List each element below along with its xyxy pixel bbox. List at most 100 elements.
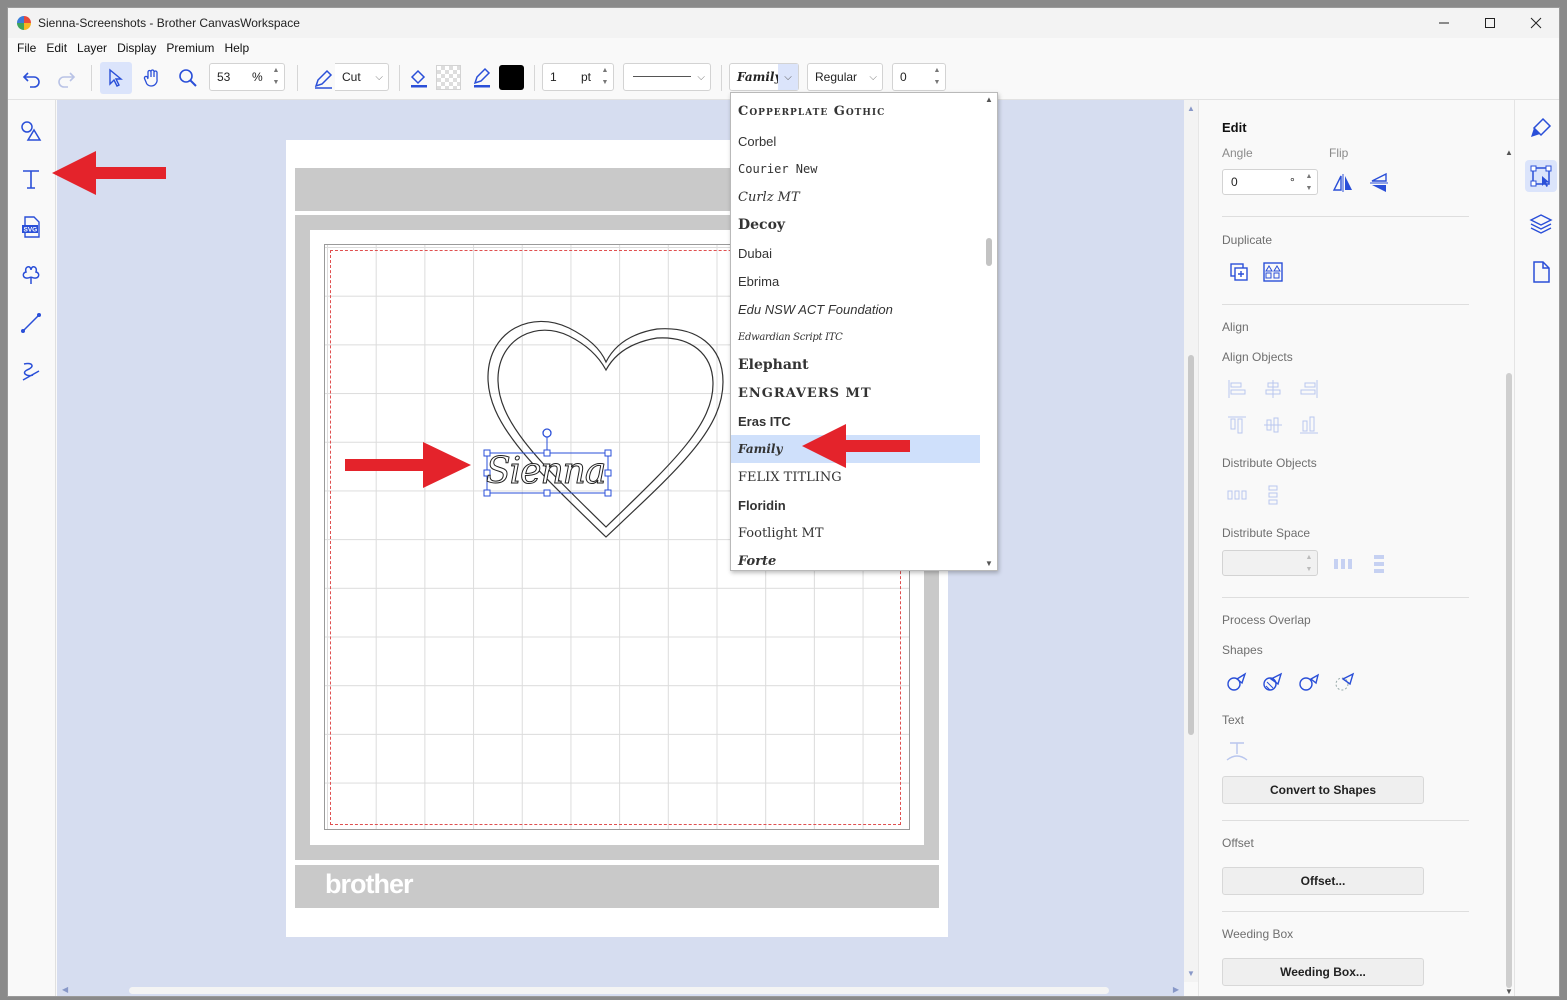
text-icon[interactable] — [18, 166, 44, 192]
align-center-icon[interactable] — [1261, 377, 1285, 401]
convert-to-shapes-button[interactable]: Convert to Shapes — [1222, 776, 1424, 804]
font-option[interactable]: Curlz MT — [731, 183, 980, 211]
menu-premium[interactable]: Premium — [161, 41, 219, 55]
font-option[interactable]: Footlight MT — [731, 519, 980, 547]
angle-input[interactable]: 0 ° ▲ ▼ — [1222, 169, 1318, 195]
font-option[interactable]: Corbel — [731, 127, 980, 155]
scroll-right-arrow[interactable]: ▶ — [1173, 985, 1179, 994]
line-width-stepper[interactable]: ▲ ▼ — [599, 65, 611, 89]
distribute-space-input[interactable]: ▲ ▼ — [1222, 550, 1318, 576]
space-horizontal-icon[interactable] — [1331, 552, 1355, 576]
font-option[interactable]: Decoy — [731, 211, 980, 239]
distribute-vertical-icon[interactable] — [1261, 483, 1285, 507]
layers-icon[interactable] — [1525, 208, 1557, 240]
duplicate-icon[interactable] — [1227, 260, 1251, 284]
divide-icon[interactable] — [1261, 670, 1285, 694]
font-option[interactable]: Courier New — [731, 155, 980, 183]
scroll-left-arrow[interactable]: ◀ — [62, 985, 68, 994]
line-mode-select[interactable]: Cut ⌵ — [335, 63, 389, 91]
maximize-icon[interactable] — [1467, 8, 1513, 38]
freehand-icon[interactable] — [18, 358, 44, 384]
distribute-horizontal-icon[interactable] — [1225, 483, 1249, 507]
font-option[interactable]: Edu NSW ACT Foundation — [731, 295, 980, 323]
chevron-down-icon[interactable]: ⌵ — [778, 64, 798, 90]
line-style-select[interactable]: ⌵ — [623, 63, 711, 91]
flip-horizontal-icon[interactable] — [1331, 171, 1355, 195]
vertical-scroll-thumb[interactable] — [1188, 355, 1194, 735]
text-on-path-icon[interactable] — [1225, 740, 1249, 764]
menu-layer[interactable]: Layer — [72, 41, 112, 55]
font-family-select[interactable]: Family ⌵ — [729, 63, 799, 91]
canvas-area[interactable]: brother Sienna — [57, 100, 1184, 982]
fill-bucket-icon[interactable] — [407, 66, 431, 90]
selected-text-object[interactable]: Sienna — [485, 450, 606, 494]
edit-transform-icon[interactable] — [1525, 160, 1557, 192]
line-width-input[interactable]: 1 pt ▲ ▼ — [542, 63, 614, 91]
font-option[interactable]: Copperplate Gothic — [731, 97, 980, 125]
app-window: Sienna-Screenshots - Brother CanvasWorks… — [7, 7, 1560, 997]
menu-help[interactable]: Help — [219, 41, 254, 55]
array-duplicate-icon[interactable] — [1261, 260, 1285, 284]
pattern-icon[interactable] — [18, 262, 44, 288]
font-family-dropdown-list[interactable]: Copperplate Gothic Corbel Courier New Cu… — [730, 92, 998, 571]
hand-tool-icon[interactable] — [140, 66, 164, 90]
align-top-icon[interactable] — [1225, 413, 1249, 437]
scroll-down-arrow[interactable]: ▼ — [985, 559, 993, 568]
align-bottom-icon[interactable] — [1297, 413, 1321, 437]
shapes-icon[interactable] — [18, 118, 44, 144]
close-icon[interactable] — [1513, 8, 1559, 38]
rotate-handle — [542, 428, 552, 438]
minimize-icon[interactable] — [1421, 8, 1467, 38]
font-option[interactable]: Elephant — [731, 351, 980, 379]
fill-color-swatch[interactable] — [436, 65, 461, 90]
scroll-up-arrow[interactable]: ▲ — [985, 95, 993, 104]
zoom-stepper[interactable]: ▲ ▼ — [270, 65, 282, 89]
zoom-input[interactable]: 53 % ▲ ▼ — [209, 63, 285, 91]
scroll-up-arrow[interactable]: ▲ — [1505, 148, 1513, 157]
font-option[interactable]: Ebrima — [731, 267, 980, 295]
flip-vertical-icon[interactable] — [1367, 171, 1391, 195]
font-option[interactable]: Forte — [731, 547, 980, 570]
brush-icon[interactable] — [1525, 112, 1557, 144]
menu-display[interactable]: Display — [112, 41, 161, 55]
font-option[interactable]: ENGRAVERS MT — [731, 379, 980, 407]
font-option[interactable]: Edwardian Script ITC — [731, 323, 980, 351]
line-color-swatch[interactable] — [499, 65, 524, 90]
offset-button[interactable]: Offset... — [1222, 867, 1424, 895]
panel-scrollbar[interactable]: ▲ ▼ — [1504, 148, 1514, 996]
weld-icon[interactable] — [1225, 670, 1249, 694]
align-right-icon[interactable] — [1297, 377, 1321, 401]
angle-stepper[interactable]: ▲ ▼ — [1303, 171, 1315, 193]
scroll-down-arrow[interactable]: ▼ — [1187, 969, 1195, 978]
distribute-space-stepper[interactable]: ▲ ▼ — [1303, 552, 1315, 574]
zoom-tool-icon[interactable] — [176, 66, 200, 90]
select-tool-icon[interactable] — [100, 62, 132, 94]
menu-edit[interactable]: Edit — [41, 41, 72, 55]
char-spacing-input[interactable]: 0 ▲ ▼ — [892, 63, 946, 91]
panel-scroll-thumb[interactable] — [1506, 373, 1512, 988]
exclude-icon[interactable] — [1297, 670, 1321, 694]
scroll-down-arrow[interactable]: ▼ — [1505, 987, 1513, 996]
scroll-up-arrow[interactable]: ▲ — [1187, 104, 1195, 113]
canvas-horizontal-scrollbar[interactable]: ◀ ▶ — [57, 982, 1184, 996]
align-middle-icon[interactable] — [1261, 413, 1285, 437]
align-left-icon[interactable] — [1225, 377, 1249, 401]
char-spacing-stepper[interactable]: ▲ ▼ — [931, 65, 943, 89]
space-vertical-icon[interactable] — [1367, 552, 1391, 576]
undo-icon[interactable] — [20, 66, 44, 90]
dropdown-scroll-thumb[interactable] — [986, 238, 992, 266]
font-option[interactable]: Floridin — [731, 491, 980, 519]
horizontal-scroll-thumb[interactable] — [129, 987, 1109, 994]
intersect-icon[interactable] — [1333, 670, 1357, 694]
font-option[interactable]: Dubai — [731, 239, 980, 267]
line-icon[interactable] — [18, 310, 44, 336]
weeding-box-button[interactable]: Weeding Box... — [1222, 958, 1424, 986]
line-color-pen-icon[interactable] — [470, 66, 494, 90]
svg-import-icon[interactable]: SVG — [18, 214, 44, 240]
page-icon[interactable] — [1525, 256, 1557, 288]
menu-file[interactable]: File — [12, 41, 41, 55]
canvas-vertical-scrollbar[interactable]: ▲ ▼ — [1184, 100, 1198, 982]
dropdown-scrollbar[interactable]: ▲ ▼ — [981, 93, 997, 570]
redo-icon[interactable] — [54, 66, 78, 90]
font-style-select[interactable]: Regular ⌵ — [807, 63, 883, 91]
